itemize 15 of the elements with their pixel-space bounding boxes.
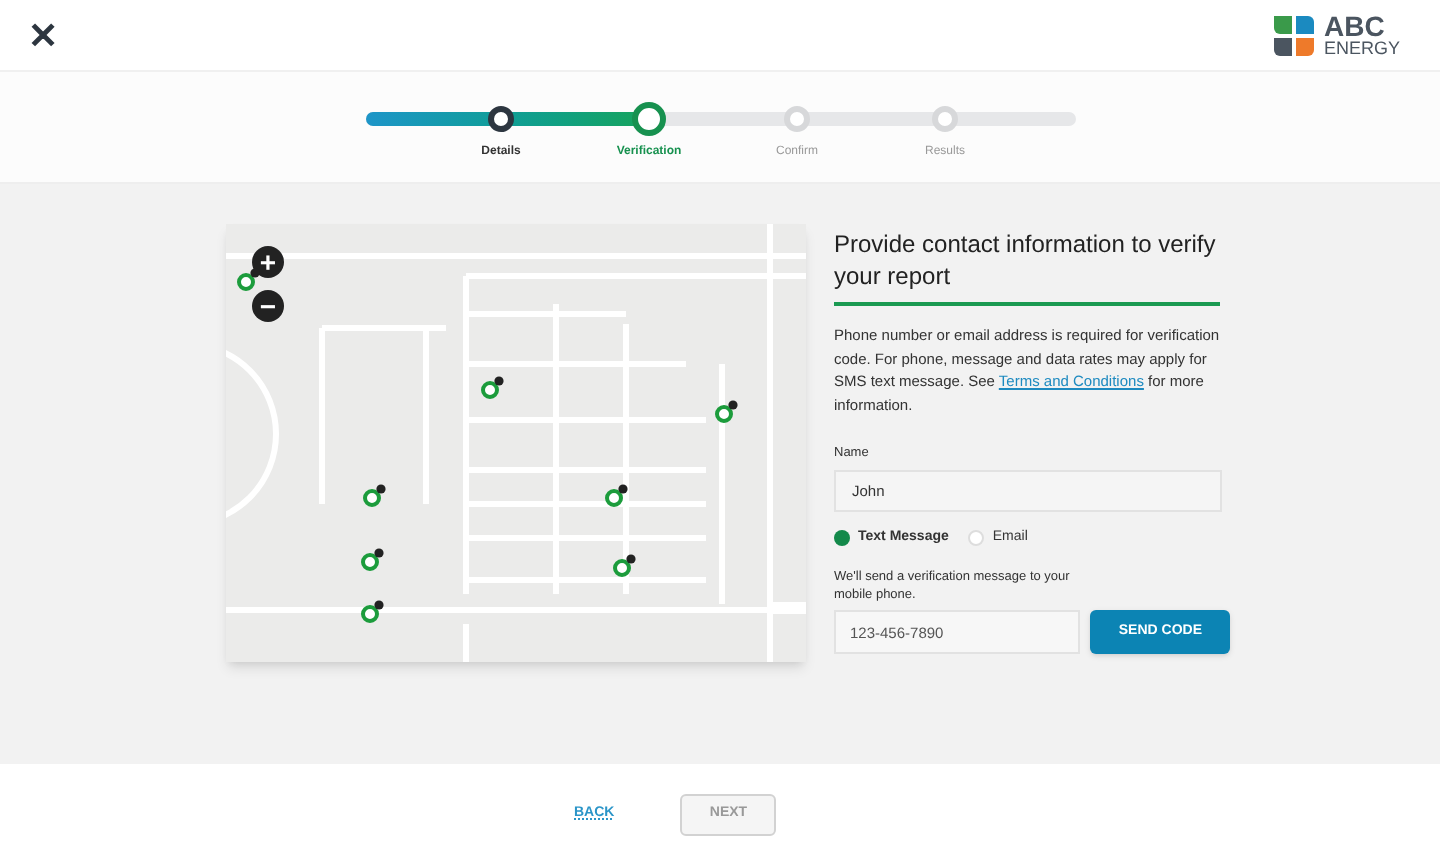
map-pin-icon[interactable] xyxy=(362,484,386,508)
radio-button[interactable] xyxy=(968,530,985,546)
close-button[interactable]: ✕ xyxy=(28,17,58,53)
map-pin-icon[interactable] xyxy=(604,484,628,508)
logo-icon xyxy=(1269,11,1318,59)
map-pin-icon[interactable] xyxy=(360,548,384,572)
map-pin-icon[interactable] xyxy=(714,400,738,424)
map-pin-icon[interactable] xyxy=(480,376,504,400)
logo-text: ABC xyxy=(1323,12,1385,40)
radio-button[interactable] xyxy=(834,530,850,546)
form-title: Provide contact information to verify your report xyxy=(834,228,1220,306)
map-pin-icon[interactable] xyxy=(612,554,636,578)
map-pin-icon[interactable] xyxy=(360,600,384,624)
logo-text: ENERGY xyxy=(1323,40,1400,58)
map-pin-icon[interactable] xyxy=(236,268,260,292)
